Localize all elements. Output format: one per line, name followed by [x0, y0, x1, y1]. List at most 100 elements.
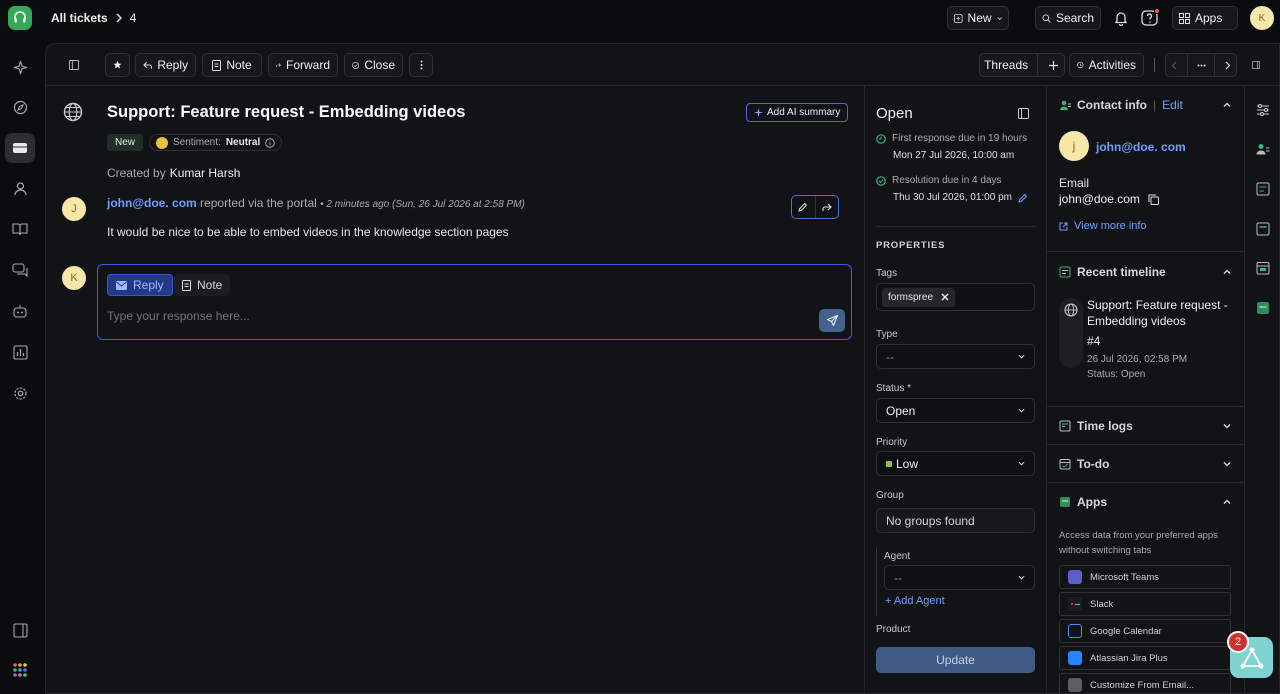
search-button[interactable]: Search — [1035, 6, 1101, 30]
breadcrumb-all-tickets[interactable]: All tickets — [51, 11, 108, 25]
next-ticket-icon[interactable] — [1220, 61, 1236, 70]
collapse-list-icon[interactable] — [62, 53, 86, 77]
forward-arrow-icon — [276, 63, 281, 67]
chevron-up-icon[interactable] — [1223, 268, 1231, 276]
priority-select[interactable]: Low — [876, 451, 1035, 476]
toggle-sidebar-icon[interactable] — [1245, 53, 1267, 77]
contact-name[interactable]: john@doe. com — [1096, 140, 1186, 154]
ai-summary-label: Add AI summary — [767, 107, 841, 118]
forward-button[interactable]: Forward — [268, 53, 338, 77]
threads-button[interactable]: Threads — [980, 58, 1032, 72]
recent-timeline-header[interactable]: Recent timeline — [1059, 265, 1166, 279]
chevron-down-icon[interactable] — [1223, 460, 1231, 468]
tickets-icon[interactable] — [5, 133, 35, 163]
time-log-icon[interactable] — [1256, 222, 1270, 236]
new-button[interactable]: New — [947, 6, 1009, 30]
ai-summary-button[interactable]: Add AI summary — [746, 103, 849, 122]
add-thread-icon[interactable] — [1043, 60, 1064, 70]
conversations-icon[interactable] — [8, 258, 32, 282]
pager-more-icon[interactable] — [1193, 64, 1209, 67]
close-ticket-button[interactable]: Close — [344, 53, 403, 77]
product-label: Product — [876, 624, 911, 635]
todo-header[interactable]: To-do — [1059, 457, 1109, 471]
app-microsoft-teams[interactable]: Microsoft Teams — [1059, 565, 1231, 589]
star-icon[interactable] — [105, 53, 130, 77]
timeline-icon[interactable] — [1256, 182, 1270, 196]
app-customize-email[interactable]: Customize From Email... — [1059, 673, 1231, 693]
composer-note-label: Note — [197, 278, 223, 292]
status-value: Open — [886, 403, 916, 418]
bell-icon[interactable] — [1110, 7, 1132, 29]
contact-panel: Contact info | Edit j john@doe. com Emai… — [1047, 86, 1244, 693]
expand-sidebar-icon[interactable] — [8, 618, 32, 642]
view-more-info-link[interactable]: View more info — [1059, 220, 1147, 232]
reporter-email[interactable]: john@doe. com — [107, 196, 197, 210]
send-button[interactable] — [819, 309, 845, 332]
add-agent-link[interactable]: + Add Agent — [885, 595, 945, 607]
edit-contact-link[interactable]: Edit — [1162, 98, 1183, 112]
knowledge-base-icon[interactable] — [8, 217, 32, 241]
note-button-label: Note — [226, 58, 252, 72]
todo-icon[interactable] — [1256, 261, 1270, 275]
resolution-clock-icon — [876, 175, 886, 186]
forward-button-label: Forward — [285, 58, 330, 72]
app-jira[interactable]: Atlassian Jira Plus — [1059, 646, 1231, 670]
app-launcher-icon[interactable] — [8, 658, 32, 682]
left-navigation — [0, 43, 44, 694]
reply-button[interactable]: Reply — [135, 53, 196, 77]
panel-toggle-icon[interactable] — [1018, 108, 1029, 119]
app-slack[interactable]: Slack — [1059, 592, 1231, 616]
more-options-icon[interactable] — [409, 53, 433, 77]
contacts-icon[interactable] — [8, 176, 32, 200]
status-select[interactable]: Open — [876, 398, 1035, 423]
timeline-ticket-title[interactable]: Support: Feature request - Embedding vid… — [1087, 297, 1237, 329]
contact-avatar: j — [1059, 131, 1089, 161]
agent-select[interactable]: -- — [884, 565, 1035, 590]
filters-icon[interactable] — [1256, 103, 1270, 117]
threads-group: Threads — [979, 53, 1065, 77]
note-button[interactable]: Note — [202, 53, 262, 77]
apps-description: Access data from your preferred apps wit… — [1059, 530, 1218, 556]
contact-card-icon[interactable] — [1256, 142, 1270, 156]
update-button[interactable]: Update — [876, 647, 1035, 673]
priority-dot — [886, 460, 892, 467]
apps-section-icon[interactable] — [1256, 301, 1270, 315]
app-name: Google Calendar — [1090, 625, 1162, 637]
apps-header[interactable]: Apps — [1059, 495, 1107, 509]
bot-icon[interactable] — [8, 299, 32, 323]
composer-reply-label: Reply — [133, 278, 164, 292]
apps-title: Apps — [1077, 495, 1107, 509]
email-value: john@doe.com — [1059, 192, 1140, 206]
edit-due-date-icon[interactable] — [1018, 193, 1028, 203]
info-icon[interactable] — [265, 137, 276, 148]
chevron-down-icon[interactable] — [1223, 422, 1231, 430]
compass-icon[interactable] — [8, 95, 32, 119]
chevron-up-icon[interactable] — [1223, 101, 1231, 109]
response-input[interactable] — [107, 309, 807, 323]
settings-gear-icon[interactable] — [8, 381, 32, 405]
app-google-calendar[interactable]: Google Calendar — [1059, 619, 1231, 643]
copy-icon[interactable] — [1148, 194, 1159, 205]
created-by-name[interactable]: Kumar Harsh — [170, 166, 241, 180]
chevron-up-icon[interactable] — [1223, 498, 1231, 506]
activities-button[interactable]: Activities — [1069, 53, 1144, 77]
sparkle-icon[interactable] — [8, 55, 32, 79]
group-select[interactable]: No groups found — [876, 508, 1035, 533]
user-avatar[interactable]: K — [1250, 6, 1274, 30]
apps-button[interactable]: Apps — [1172, 6, 1238, 30]
remove-tag-icon[interactable] — [941, 293, 949, 301]
previous-ticket-icon[interactable] — [1166, 61, 1182, 70]
composer-note-tab[interactable]: Note — [174, 274, 231, 296]
tags-field[interactable]: formspree — [876, 283, 1035, 311]
type-select[interactable]: -- — [876, 344, 1035, 369]
forward-message-icon[interactable] — [816, 196, 839, 218]
reports-icon[interactable] — [8, 340, 32, 364]
composer-reply-tab[interactable]: Reply — [107, 274, 173, 296]
plus-box-icon — [954, 13, 963, 23]
time-logs-header[interactable]: Time logs — [1059, 419, 1133, 433]
edit-icon[interactable] — [792, 196, 816, 218]
help-icon[interactable] — [1139, 7, 1161, 29]
chevron-down-icon — [1018, 354, 1025, 359]
note-icon — [182, 279, 191, 291]
app-logo-icon[interactable] — [8, 6, 32, 30]
